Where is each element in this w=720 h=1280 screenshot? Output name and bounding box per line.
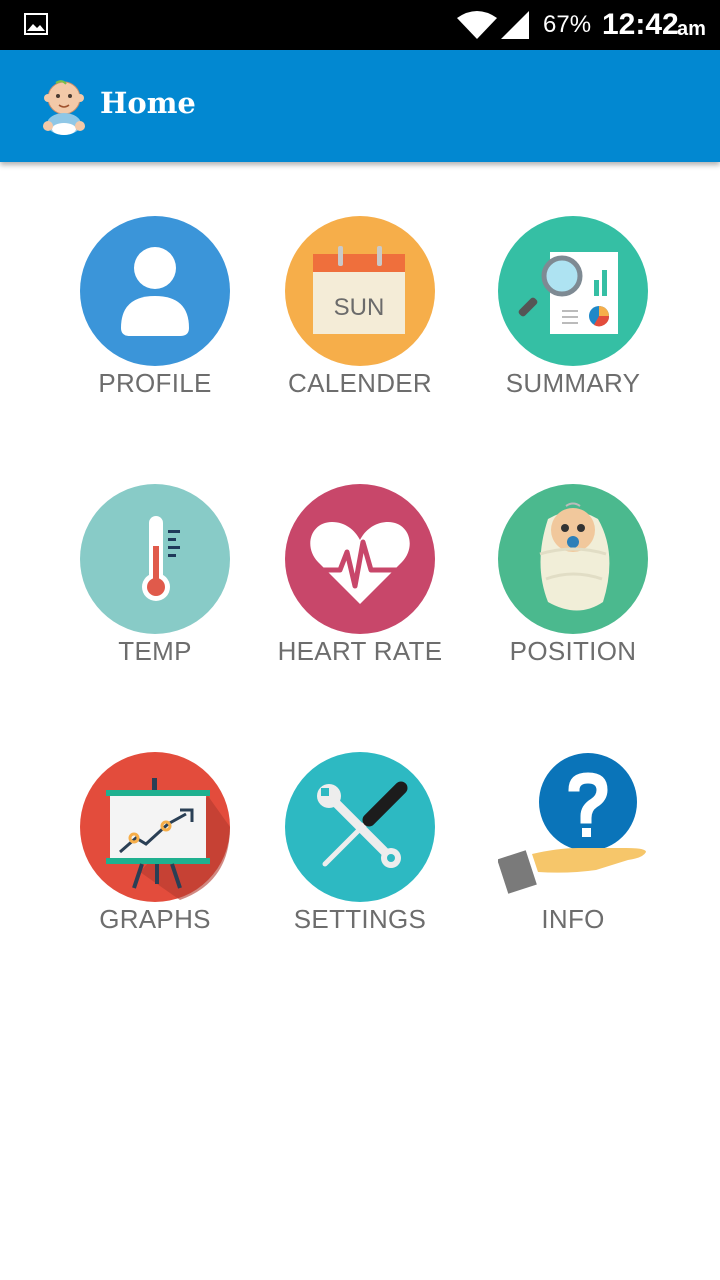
clock-time: 12:42	[602, 8, 679, 41]
menu-item-settings[interactable]: SETTINGS	[260, 752, 460, 952]
wrench-screwdriver-icon	[285, 752, 435, 902]
calendar-icon: SUN	[285, 216, 435, 366]
thermometer-icon	[80, 484, 230, 634]
menu-item-calender[interactable]: SUN CALENDER	[260, 216, 460, 416]
question-hand-icon	[498, 752, 648, 902]
info-label: INFO	[541, 904, 605, 934]
menu-item-profile[interactable]: PROFILE	[55, 216, 255, 416]
swaddled-baby-icon	[498, 484, 648, 634]
graph-presentation-icon	[80, 752, 230, 902]
position-label: POSITION	[509, 636, 637, 666]
calender-label: CALENDER	[288, 368, 432, 398]
cell-signal-icon	[501, 11, 529, 39]
summary-label: SUMMARY	[505, 368, 641, 398]
menu-item-temp[interactable]: TEMP	[55, 484, 255, 684]
temp-label: TEMP	[118, 636, 192, 666]
heart-rate-icon	[285, 484, 435, 634]
summary-report-icon	[498, 216, 648, 366]
status-bar: 67% 12:42 am	[0, 0, 720, 50]
profile-label: PROFILE	[98, 368, 212, 398]
battery-percentage: 67%	[543, 11, 592, 38]
menu-item-position[interactable]: POSITION	[473, 484, 673, 684]
heart-rate-label: HEART RATE	[277, 636, 443, 666]
graphs-label: GRAPHS	[99, 904, 211, 934]
gallery-notification-icon	[24, 13, 48, 35]
settings-label: SETTINGS	[293, 904, 427, 934]
menu-item-summary[interactable]: SUMMARY	[473, 216, 673, 416]
menu-item-graphs[interactable]: GRAPHS	[55, 752, 255, 952]
clock-ampm: am	[677, 18, 706, 40]
profile-icon	[80, 216, 230, 366]
wifi-icon	[457, 11, 497, 39]
menu-item-heart-rate[interactable]: HEART RATE	[260, 484, 460, 684]
calendar-day-text: SUN	[334, 294, 385, 321]
menu-item-info[interactable]: INFO	[473, 752, 673, 952]
page-title: Home	[100, 86, 196, 120]
baby-logo-icon[interactable]	[36, 78, 92, 136]
